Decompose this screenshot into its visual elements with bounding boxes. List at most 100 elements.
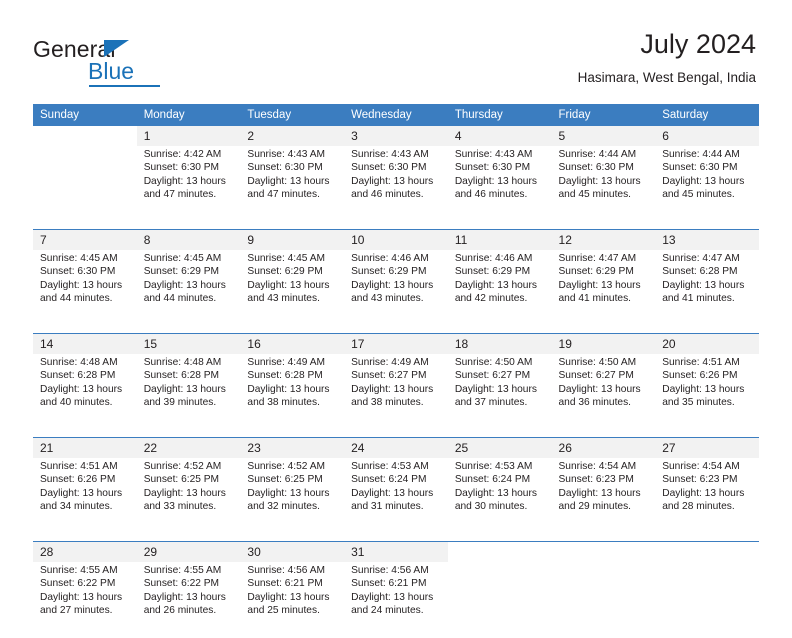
day-sunset-text: Sunset: 6:28 PM xyxy=(662,266,738,278)
day-daylight-2-text: and 44 minutes. xyxy=(143,293,217,305)
day-number-7[interactable]: 7 xyxy=(33,229,137,250)
day-sunrise-text: Sunrise: 4:53 AM xyxy=(351,461,429,472)
day-info-21: Sunrise: 4:51 AM Sunset: 6:26 PM Daylight:… xyxy=(33,458,137,534)
day-number-24[interactable]: 24 xyxy=(344,437,448,458)
day-number-20[interactable]: 20 xyxy=(655,333,759,354)
day-info-7: Sunrise: 4:45 AM Sunset: 6:30 PM Daylight:… xyxy=(33,250,137,326)
day-number-28[interactable]: 28 xyxy=(33,541,137,562)
day-daylight-1-text: Daylight: 13 hours xyxy=(143,279,226,291)
day-sunrise-text: Sunrise: 4:56 AM xyxy=(351,565,429,576)
day-number-11[interactable]: 11 xyxy=(447,229,552,250)
day-number-15[interactable]: 15 xyxy=(136,333,241,354)
day-number-25[interactable]: 25 xyxy=(447,437,552,458)
day-number-10[interactable]: 10 xyxy=(344,229,448,250)
day-info-9: Sunrise: 4:45 AM Sunset: 6:29 PM Daylight:… xyxy=(240,250,345,326)
day-info-8: Sunrise: 4:45 AM Sunset: 6:29 PM Daylight:… xyxy=(136,250,241,326)
day-sunset-text: Sunset: 6:24 PM xyxy=(351,474,427,486)
day-daylight-2-text: and 45 minutes. xyxy=(662,189,735,201)
day-sunrise-text: Sunrise: 4:52 AM xyxy=(143,461,222,472)
day-daylight-1-text: Daylight: 13 hours xyxy=(40,383,123,395)
day-daylight-2-text: and 39 minutes. xyxy=(143,397,217,409)
day-number-1[interactable]: 1 xyxy=(136,126,241,146)
day-info-empty xyxy=(655,562,759,638)
day-sunset-text: Sunset: 6:23 PM xyxy=(662,474,738,486)
day-daylight-1-text: Daylight: 13 hours xyxy=(454,175,537,187)
day-number-22[interactable]: 22 xyxy=(136,437,241,458)
day-daylight-2-text: and 40 minutes. xyxy=(40,397,113,409)
day-number-4[interactable]: 4 xyxy=(447,126,552,146)
week-spacer xyxy=(33,534,759,542)
day-number-19[interactable]: 19 xyxy=(551,333,656,354)
day-sunset-text: Sunset: 6:22 PM xyxy=(143,578,220,590)
weekday-header-thursday: Thursday xyxy=(447,104,552,126)
day-sunrise-text: Sunrise: 4:46 AM xyxy=(351,253,429,264)
day-number-3[interactable]: 3 xyxy=(344,126,448,146)
day-daylight-2-text: and 34 minutes. xyxy=(40,501,113,513)
day-sunrise-text: Sunrise: 4:46 AM xyxy=(454,253,533,264)
day-daylight-2-text: and 36 minutes. xyxy=(558,397,632,409)
day-number-12[interactable]: 12 xyxy=(551,229,656,250)
day-number-26[interactable]: 26 xyxy=(551,437,656,458)
day-number-30[interactable]: 30 xyxy=(240,541,345,562)
day-info-11: Sunrise: 4:46 AM Sunset: 6:29 PM Daylight:… xyxy=(447,250,552,326)
day-sunrise-text: Sunrise: 4:49 AM xyxy=(247,357,325,368)
logo-triangle-icon xyxy=(104,40,129,57)
day-sunset-text: Sunset: 6:30 PM xyxy=(351,162,427,174)
day-sunset-text: Sunset: 6:27 PM xyxy=(351,370,427,382)
day-info-5: Sunrise: 4:44 AM Sunset: 6:30 PM Daylight:… xyxy=(551,146,656,222)
day-number-empty xyxy=(655,541,759,562)
day-number-29[interactable]: 29 xyxy=(136,541,241,562)
day-daylight-1-text: Daylight: 13 hours xyxy=(247,383,330,395)
day-daylight-1-text: Daylight: 13 hours xyxy=(558,279,641,291)
day-number-2[interactable]: 2 xyxy=(240,126,345,146)
week-spacer xyxy=(33,222,759,230)
day-info-23: Sunrise: 4:52 AM Sunset: 6:25 PM Daylight:… xyxy=(240,458,345,534)
day-number-row: 28 29 30 31 xyxy=(33,541,759,562)
day-sunset-text: Sunset: 6:26 PM xyxy=(662,370,738,382)
logo-text-blue: Blue xyxy=(88,58,135,84)
day-info-empty xyxy=(447,562,552,638)
day-number-5[interactable]: 5 xyxy=(551,126,656,146)
weekday-header-friday: Friday xyxy=(551,104,656,126)
calendar-page: General Blue July 2024 Hasimara, West Be… xyxy=(0,0,792,638)
day-number-23[interactable]: 23 xyxy=(240,437,345,458)
day-daylight-1-text: Daylight: 13 hours xyxy=(662,487,745,499)
day-info-row: Sunrise: 4:45 AM Sunset: 6:30 PM Daylight:… xyxy=(33,250,759,326)
day-number-16[interactable]: 16 xyxy=(240,333,345,354)
day-daylight-2-text: and 28 minutes. xyxy=(662,501,735,513)
day-number-6[interactable]: 6 xyxy=(655,126,759,146)
day-number-18[interactable]: 18 xyxy=(447,333,552,354)
day-daylight-1-text: Daylight: 13 hours xyxy=(143,487,226,499)
day-info-29: Sunrise: 4:55 AM Sunset: 6:22 PM Daylight:… xyxy=(136,562,241,638)
day-number-row: 123456 xyxy=(33,126,759,146)
day-number-8[interactable]: 8 xyxy=(136,229,241,250)
day-sunrise-text: Sunrise: 4:45 AM xyxy=(143,253,222,264)
day-sunset-text: Sunset: 6:30 PM xyxy=(247,162,323,174)
day-daylight-2-text: and 26 minutes. xyxy=(143,605,217,617)
day-info-row: Sunrise: 4:55 AM Sunset: 6:22 PM Daylight:… xyxy=(33,562,759,638)
day-number-21[interactable]: 21 xyxy=(33,437,137,458)
day-number-14[interactable]: 14 xyxy=(33,333,137,354)
day-daylight-1-text: Daylight: 13 hours xyxy=(662,383,745,395)
week-spacer-cell xyxy=(33,326,759,334)
day-daylight-1-text: Daylight: 13 hours xyxy=(351,487,434,499)
day-number-13[interactable]: 13 xyxy=(655,229,759,250)
day-sunrise-text: Sunrise: 4:43 AM xyxy=(247,149,325,160)
day-number-9[interactable]: 9 xyxy=(240,229,345,250)
day-sunrise-text: Sunrise: 4:54 AM xyxy=(662,461,740,472)
weekday-header-sunday: Sunday xyxy=(33,104,137,126)
weekday-header-tuesday: Tuesday xyxy=(240,104,345,126)
day-number-17[interactable]: 17 xyxy=(344,333,448,354)
day-daylight-1-text: Daylight: 13 hours xyxy=(40,487,123,499)
day-daylight-2-text: and 37 minutes. xyxy=(454,397,528,409)
day-info-19: Sunrise: 4:50 AM Sunset: 6:27 PM Daylight:… xyxy=(551,354,656,430)
day-sunrise-text: Sunrise: 4:55 AM xyxy=(40,565,118,576)
day-number-31[interactable]: 31 xyxy=(344,541,448,562)
day-sunset-text: Sunset: 6:21 PM xyxy=(351,578,427,590)
day-daylight-1-text: Daylight: 13 hours xyxy=(351,591,434,603)
day-number-27[interactable]: 27 xyxy=(655,437,759,458)
day-daylight-2-text: and 33 minutes. xyxy=(143,501,217,513)
day-number-row: 21 22 23 24 25 26 27 xyxy=(33,437,759,458)
week-spacer xyxy=(33,326,759,334)
day-daylight-2-text: and 47 minutes. xyxy=(247,189,320,201)
